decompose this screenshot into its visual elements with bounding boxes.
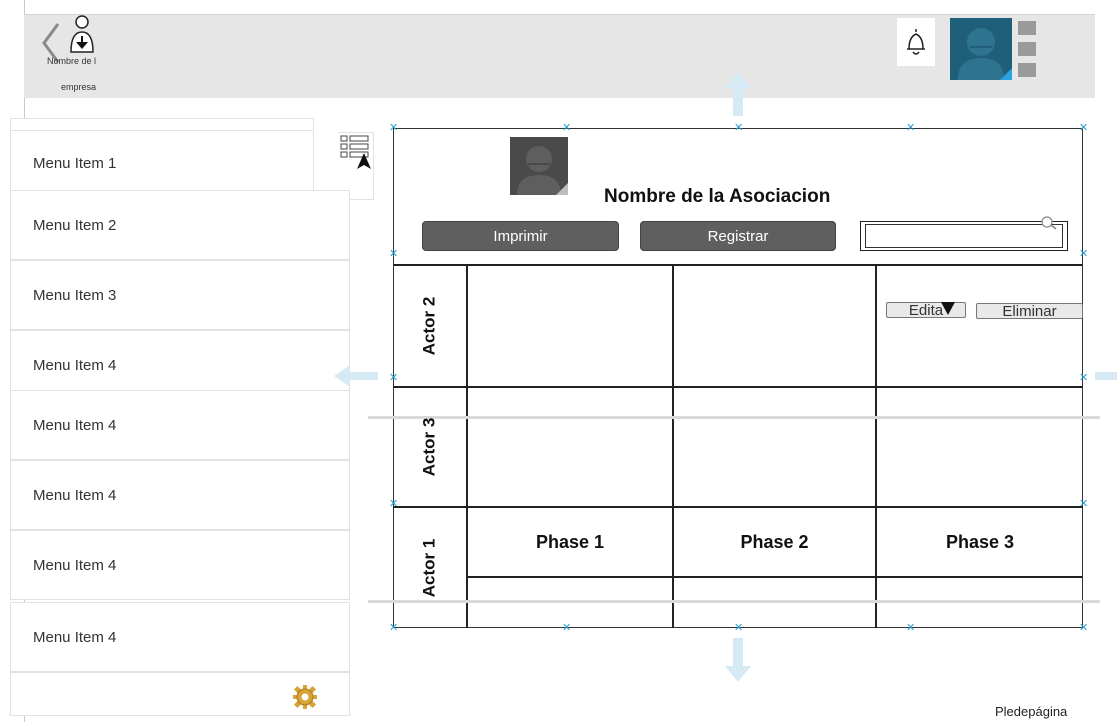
grid-line: [393, 264, 1083, 266]
company-logo[interactable]: [62, 14, 112, 56]
grid-line: [466, 576, 1083, 578]
resize-handle[interactable]: ✕: [734, 123, 743, 134]
cursor-icon: [941, 302, 955, 315]
guide-line: [368, 600, 1100, 603]
grid-line: [393, 506, 1083, 508]
menu-bar-2[interactable]: [1018, 42, 1036, 56]
grid-line: [875, 264, 877, 628]
header-top-rule: [24, 14, 1095, 15]
notifications-button[interactable]: [897, 18, 935, 66]
actor-label-3: Actor 3: [419, 417, 439, 477]
phase-header-1: Phase 1: [535, 532, 605, 552]
resize-handle[interactable]: ✕: [734, 623, 743, 634]
resize-handle[interactable]: ✕: [1079, 623, 1088, 634]
sidebar-item-7[interactable]: Menu Item 4: [10, 530, 350, 600]
move-up-arrow-icon: [725, 72, 751, 116]
sidebar-item-8[interactable]: Menu Item 4: [10, 602, 350, 672]
resize-handle[interactable]: ✕: [1079, 373, 1088, 384]
search-input[interactable]: [865, 224, 1063, 248]
avatar-icon: [958, 28, 1012, 80]
person-download-icon: [70, 15, 94, 53]
gear-icon[interactable]: [292, 684, 318, 710]
bell-icon: [907, 29, 925, 55]
actor-label-1: Actor 1: [419, 538, 439, 598]
company-name-line2: empresa: [61, 82, 97, 92]
resize-handle[interactable]: ✕: [906, 623, 915, 634]
list-view-icon: [340, 135, 371, 169]
resize-handle[interactable]: ✕: [906, 123, 915, 134]
guide-line: [368, 416, 1100, 419]
resize-handle[interactable]: ✕: [389, 373, 398, 384]
resize-handle[interactable]: ✕: [389, 499, 398, 510]
page-footer: Pledepágina: [995, 704, 1068, 719]
register-button[interactable]: Registrar: [640, 221, 836, 251]
resize-handle[interactable]: ✕: [562, 123, 571, 134]
resize-handle[interactable]: ✕: [562, 623, 571, 634]
company-name-line1: Nombre de l: [47, 56, 97, 66]
resize-handle[interactable]: ✕: [1079, 249, 1088, 260]
sidebar-item-2[interactable]: Menu Item 2: [10, 190, 350, 260]
delete-button[interactable]: Eliminar: [976, 303, 1083, 320]
move-down-arrow-icon: [725, 638, 751, 682]
sidebar-item-1[interactable]: Menu Item 1: [10, 130, 314, 196]
resize-handle[interactable]: ✕: [389, 123, 398, 134]
association-title: Nombre de la Asociacion: [604, 186, 831, 207]
resize-handle[interactable]: ✕: [1079, 123, 1088, 134]
print-button[interactable]: Imprimir: [422, 221, 619, 251]
grid-line: [672, 264, 674, 628]
phase-header-2: Phase 2: [740, 532, 809, 552]
resize-handle[interactable]: ✕: [389, 623, 398, 634]
move-right-arrow-icon: [1095, 372, 1117, 380]
search-icon[interactable]: [1040, 215, 1058, 231]
sidebar-item-6[interactable]: Menu Item 4: [10, 460, 350, 530]
grid-line: [393, 386, 1083, 388]
resize-handle[interactable]: ✕: [1079, 499, 1088, 510]
avatar-icon: [517, 146, 568, 195]
actor-label-2: Actor 2: [419, 296, 439, 356]
user-avatar[interactable]: [950, 18, 1012, 80]
menu-bar-3[interactable]: [1018, 63, 1036, 77]
menu-bar-1[interactable]: [1018, 21, 1036, 35]
resize-handle[interactable]: ✕: [389, 249, 398, 260]
move-left-arrow-icon: [334, 365, 378, 387]
sidebar-top-edge: [10, 118, 314, 130]
phase-header-3: Phase 3: [945, 532, 1015, 552]
sidebar-item-3[interactable]: Menu Item 3: [10, 260, 350, 330]
sidebar-item-5[interactable]: Menu Item 4: [10, 390, 350, 460]
association-avatar[interactable]: [510, 137, 568, 195]
grid-line: [466, 264, 468, 628]
